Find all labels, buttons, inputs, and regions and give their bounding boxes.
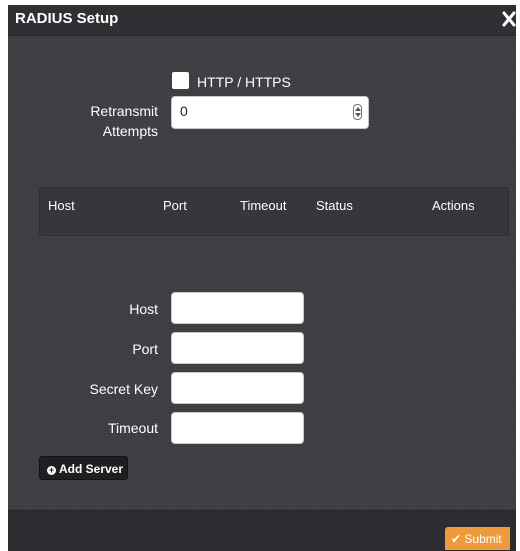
number-spinner-icon[interactable] — [353, 104, 362, 120]
add-server-label: Add Server — [59, 462, 124, 476]
column-header-port: Port — [163, 198, 187, 213]
retransmit-attempts-input[interactable]: 0 — [171, 96, 369, 129]
secret-key-label: Secret Key — [89, 381, 158, 397]
column-header-status: Status — [316, 198, 353, 213]
submit-label: Submit — [464, 532, 502, 546]
checkmark-icon: ✔ — [451, 532, 462, 546]
retransmit-attempts-label: Retransmit Attempts — [90, 103, 158, 139]
radius-setup-dialog: RADIUS Setup HTTP / HTTPS Retransmit Att… — [8, 5, 516, 551]
timeout-input[interactable] — [171, 412, 304, 444]
retransmit-value: 0 — [180, 103, 188, 119]
http-https-label: HTTP / HTTPS — [197, 74, 291, 90]
plus-circle-icon: + — [47, 465, 56, 475]
dialog-titlebar: RADIUS Setup — [8, 5, 516, 36]
port-label: Port — [132, 341, 158, 357]
host-input[interactable] — [171, 292, 304, 324]
spinner-up-icon[interactable] — [355, 107, 361, 111]
column-header-timeout: Timeout — [240, 198, 287, 213]
dialog-title: RADIUS Setup — [15, 10, 119, 27]
port-input[interactable] — [171, 332, 304, 364]
dialog-footer — [8, 510, 516, 551]
add-server-button[interactable]: + Add Server — [39, 456, 128, 480]
column-header-actions: Actions — [432, 198, 475, 213]
close-icon[interactable] — [502, 7, 518, 29]
spinner-down-icon[interactable] — [355, 113, 361, 117]
column-header-host: Host — [48, 198, 75, 213]
host-label: Host — [129, 301, 158, 317]
secret-key-input[interactable] — [171, 372, 304, 404]
http-https-checkbox[interactable] — [172, 72, 189, 89]
submit-button[interactable]: ✔ Submit — [445, 527, 510, 550]
timeout-label: Timeout — [107, 420, 158, 436]
servers-table: Host Port Timeout Status Actions — [39, 187, 509, 236]
